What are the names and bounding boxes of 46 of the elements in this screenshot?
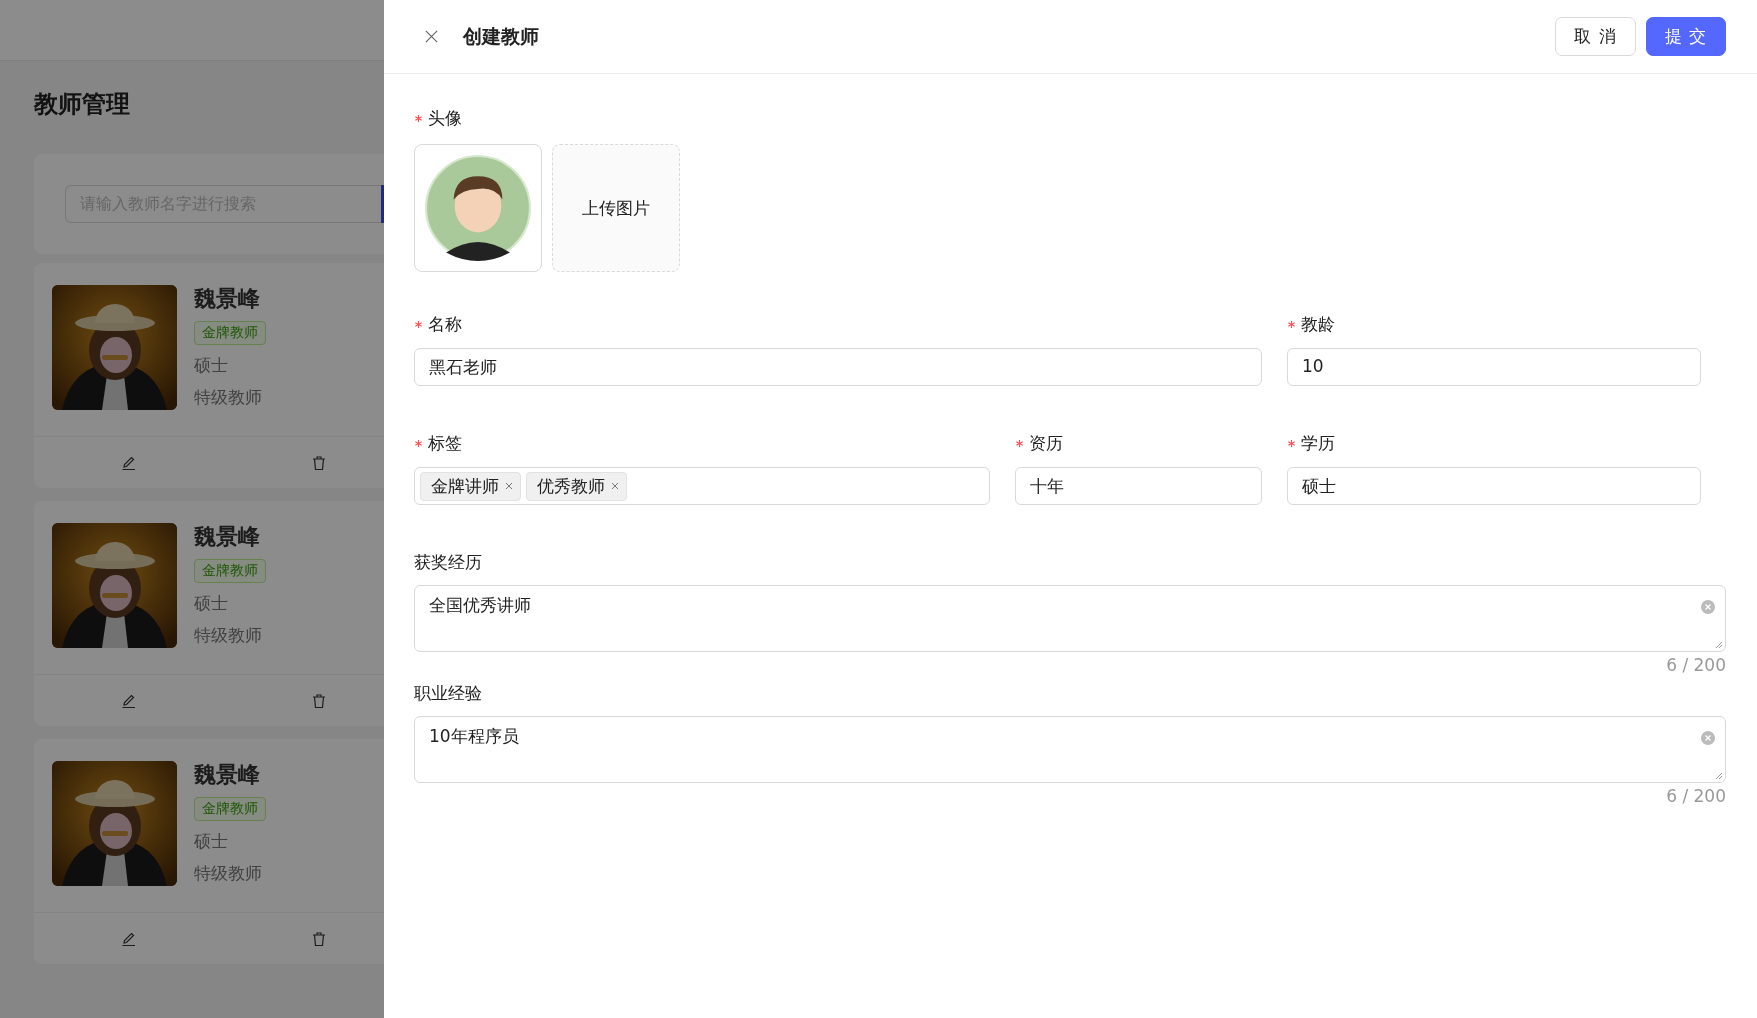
delete-icon[interactable] bbox=[311, 454, 327, 471]
teacher-tag: 金牌教师 bbox=[194, 321, 266, 345]
input-field[interactable]: 十年 bbox=[1015, 467, 1262, 505]
field-label: 学历 bbox=[1301, 431, 1335, 455]
resize-handle-icon[interactable] bbox=[1715, 641, 1723, 649]
drawer-title: 创建教师 bbox=[463, 23, 539, 49]
delete-icon[interactable] bbox=[311, 692, 327, 709]
remove-icon[interactable] bbox=[504, 481, 514, 491]
teacher-name: 魏景峰 bbox=[194, 761, 260, 789]
teacher-rank: 特级教师 bbox=[194, 862, 262, 885]
edit-icon[interactable] bbox=[121, 454, 137, 471]
textarea-field[interactable]: 全国优秀讲师 bbox=[414, 585, 1726, 652]
delete-icon[interactable] bbox=[311, 930, 327, 947]
upload-button[interactable]: 上传图片 bbox=[552, 144, 680, 272]
character-count: 6 / 200 bbox=[1666, 655, 1726, 675]
teacher-degree: 硕士 bbox=[194, 592, 228, 615]
remove-icon[interactable] bbox=[610, 481, 620, 491]
teacher-name: 魏景峰 bbox=[194, 285, 260, 313]
field-label: 获奖经历 bbox=[414, 550, 482, 574]
edit-icon[interactable] bbox=[121, 692, 137, 709]
avatar-thumbnail[interactable] bbox=[414, 144, 542, 272]
field-label: 教龄 bbox=[1301, 312, 1335, 336]
teacher-tag: 金牌教师 bbox=[194, 559, 266, 583]
teacher-rank: 特级教师 bbox=[194, 386, 262, 409]
field-label: 标签 bbox=[428, 431, 462, 455]
submit-button[interactable]: 提 交 bbox=[1645, 17, 1726, 56]
close-icon[interactable] bbox=[424, 29, 439, 44]
resize-handle-icon[interactable] bbox=[1715, 772, 1723, 780]
field-label: 职业经验 bbox=[414, 681, 482, 705]
input-field[interactable]: 黑石老师 bbox=[414, 348, 1262, 386]
field-label: 头像 bbox=[428, 106, 462, 130]
page-title: 教师管理 bbox=[34, 89, 131, 120]
teacher-name: 魏景峰 bbox=[194, 523, 260, 551]
teacher-degree: 硕士 bbox=[194, 830, 228, 853]
edit-icon[interactable] bbox=[121, 930, 137, 947]
field-label: 资历 bbox=[1029, 431, 1063, 455]
field-label: 名称 bbox=[428, 312, 462, 336]
input-field[interactable]: 硕士 bbox=[1287, 467, 1701, 505]
character-count: 6 / 200 bbox=[1666, 786, 1726, 806]
textarea-field[interactable]: 10年程序员 bbox=[414, 716, 1726, 783]
cancel-button[interactable]: 取 消 bbox=[1555, 17, 1636, 56]
teacher-tag: 金牌教师 bbox=[194, 797, 266, 821]
teacher-rank: 特级教师 bbox=[194, 624, 262, 647]
tag-select-field[interactable]: 金牌讲师 优秀教师 bbox=[414, 467, 990, 505]
input-field[interactable]: 10 bbox=[1287, 348, 1701, 386]
teacher-degree: 硕士 bbox=[194, 354, 228, 377]
